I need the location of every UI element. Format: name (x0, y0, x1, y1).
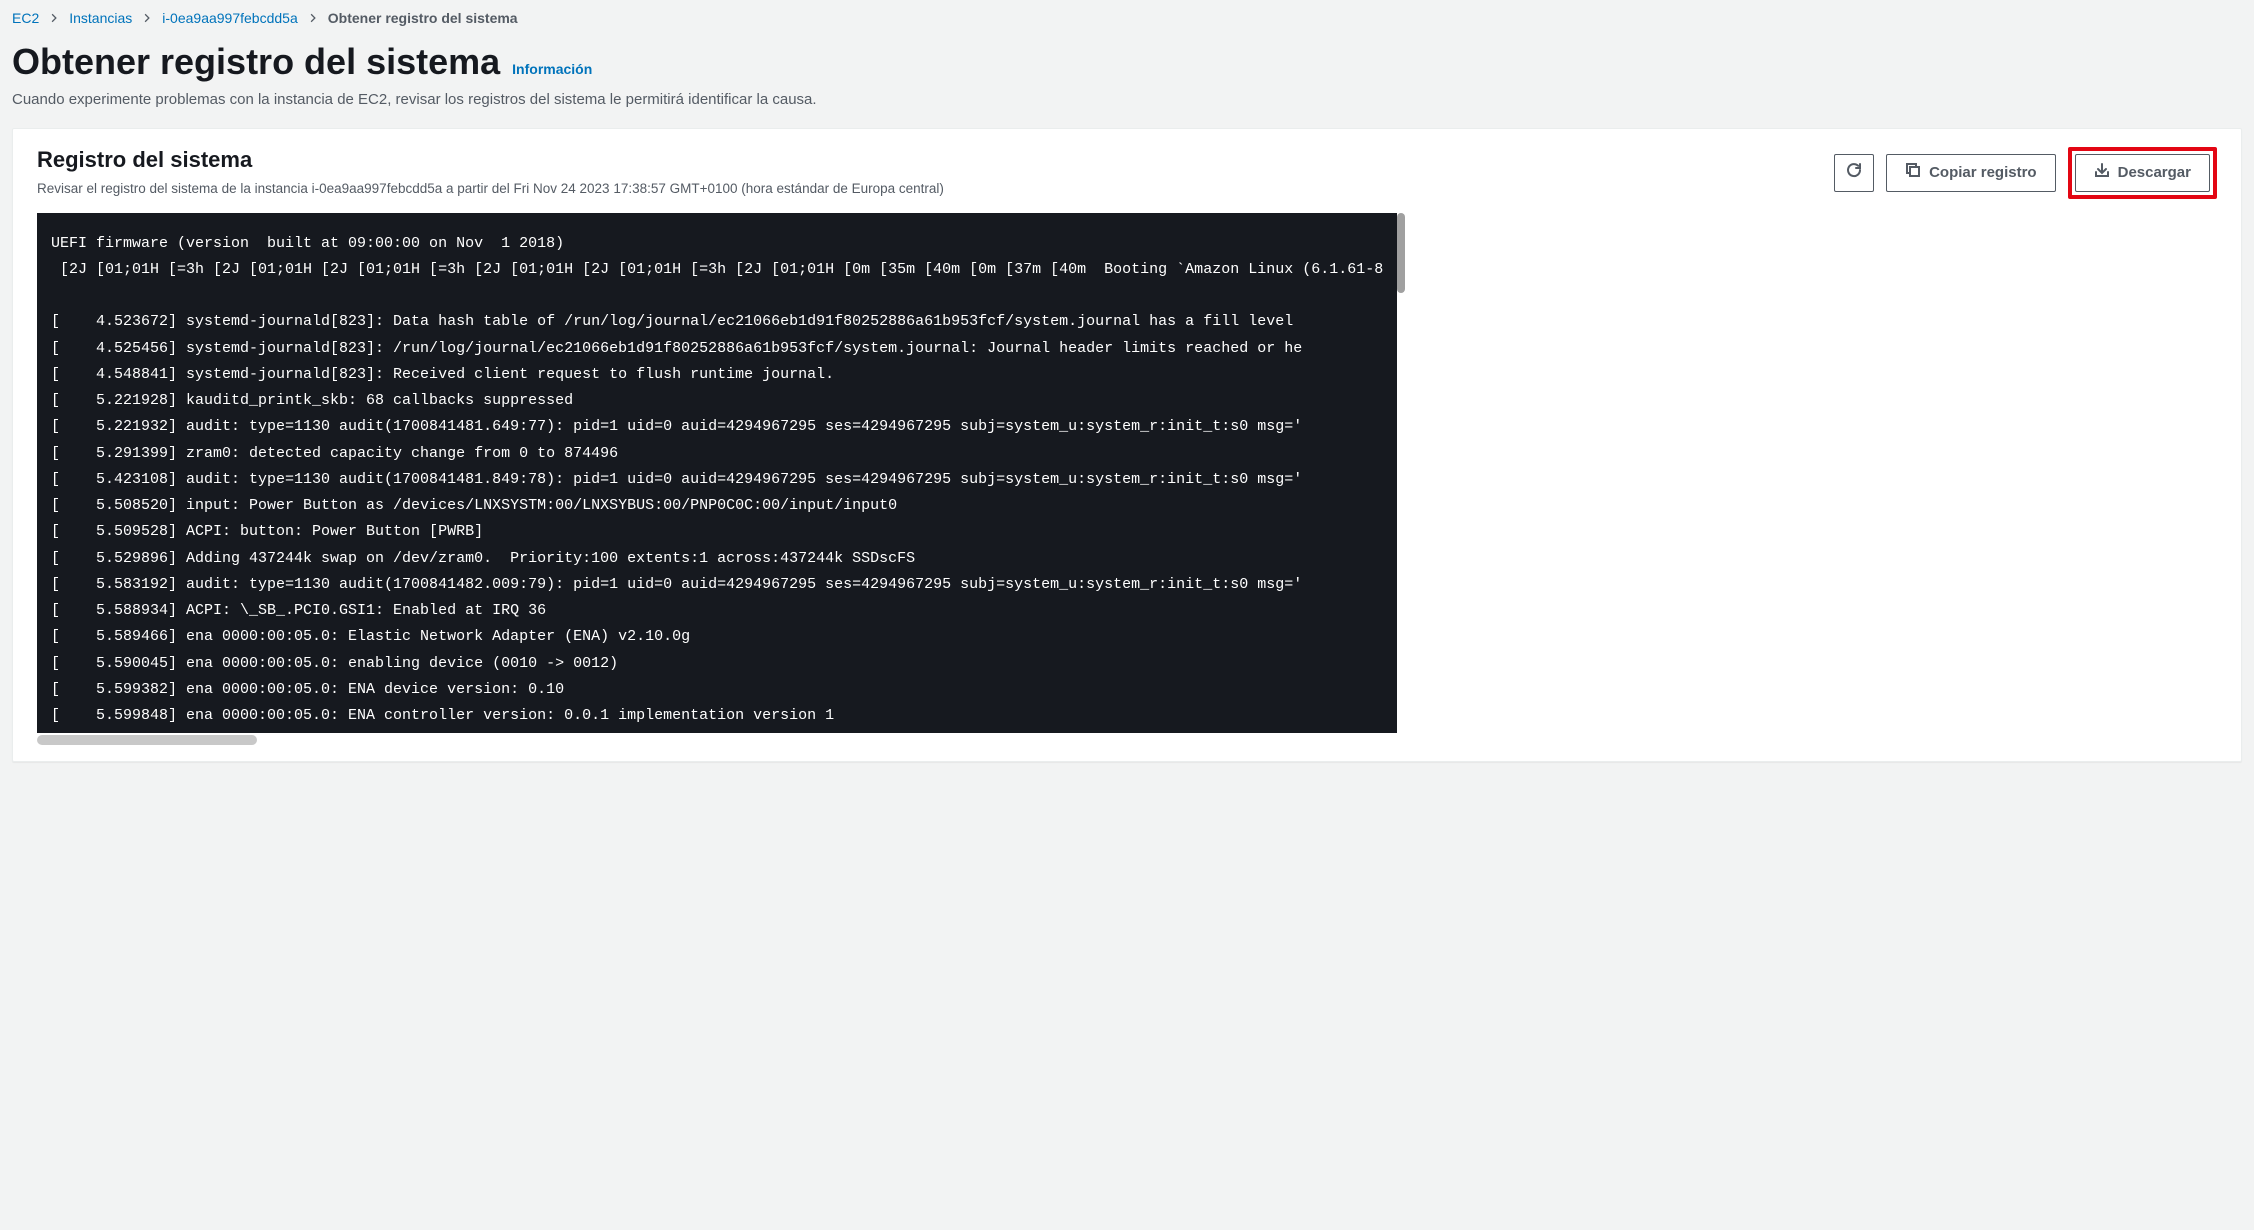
page-description: Cuando experimente problemas con la inst… (12, 91, 2242, 108)
log-vertical-scrollbar[interactable] (1397, 213, 1405, 733)
panel-header: Registro del sistema Revisar el registro… (13, 129, 2241, 213)
download-button[interactable]: Descargar (2075, 154, 2210, 192)
download-label: Descargar (2118, 163, 2191, 183)
breadcrumb-instance-id[interactable]: i-0ea9aa997febcdd5a (162, 10, 297, 26)
chevron-right-icon (142, 10, 152, 26)
panel-toolbar: Copiar registro Descargar (1834, 147, 2217, 199)
panel-title: Registro del sistema (37, 147, 944, 173)
breadcrumb: EC2 Instancias i-0ea9aa997febcdd5a Obten… (0, 0, 2254, 36)
copy-log-label: Copiar registro (1929, 163, 2037, 183)
panel-description: Revisar el registro del sistema de la in… (37, 181, 944, 196)
page-header: Obtener registro del sistema Información… (0, 36, 2254, 128)
copy-log-button[interactable]: Copiar registro (1886, 154, 2056, 192)
page-title: Obtener registro del sistema (12, 40, 500, 83)
copy-icon (1905, 162, 1921, 184)
breadcrumb-instances[interactable]: Instancias (69, 10, 132, 26)
scrollbar-thumb[interactable] (37, 735, 257, 745)
system-log-output[interactable]: UEFI firmware (version built at 09:00:00… (37, 213, 1397, 733)
chevron-right-icon (308, 10, 318, 26)
log-horizontal-scrollbar[interactable] (37, 735, 2217, 745)
download-highlight: Descargar (2068, 147, 2217, 199)
refresh-icon (1846, 162, 1862, 184)
chevron-right-icon (49, 10, 59, 26)
info-link[interactable]: Información (512, 61, 592, 77)
refresh-button[interactable] (1834, 154, 1874, 192)
scrollbar-thumb[interactable] (1397, 213, 1405, 293)
system-log-panel: Registro del sistema Revisar el registro… (12, 128, 2242, 762)
download-icon (2094, 162, 2110, 184)
breadcrumb-ec2[interactable]: EC2 (12, 10, 39, 26)
breadcrumb-current: Obtener registro del sistema (328, 10, 518, 26)
log-container: UEFI firmware (version built at 09:00:00… (13, 213, 2241, 761)
